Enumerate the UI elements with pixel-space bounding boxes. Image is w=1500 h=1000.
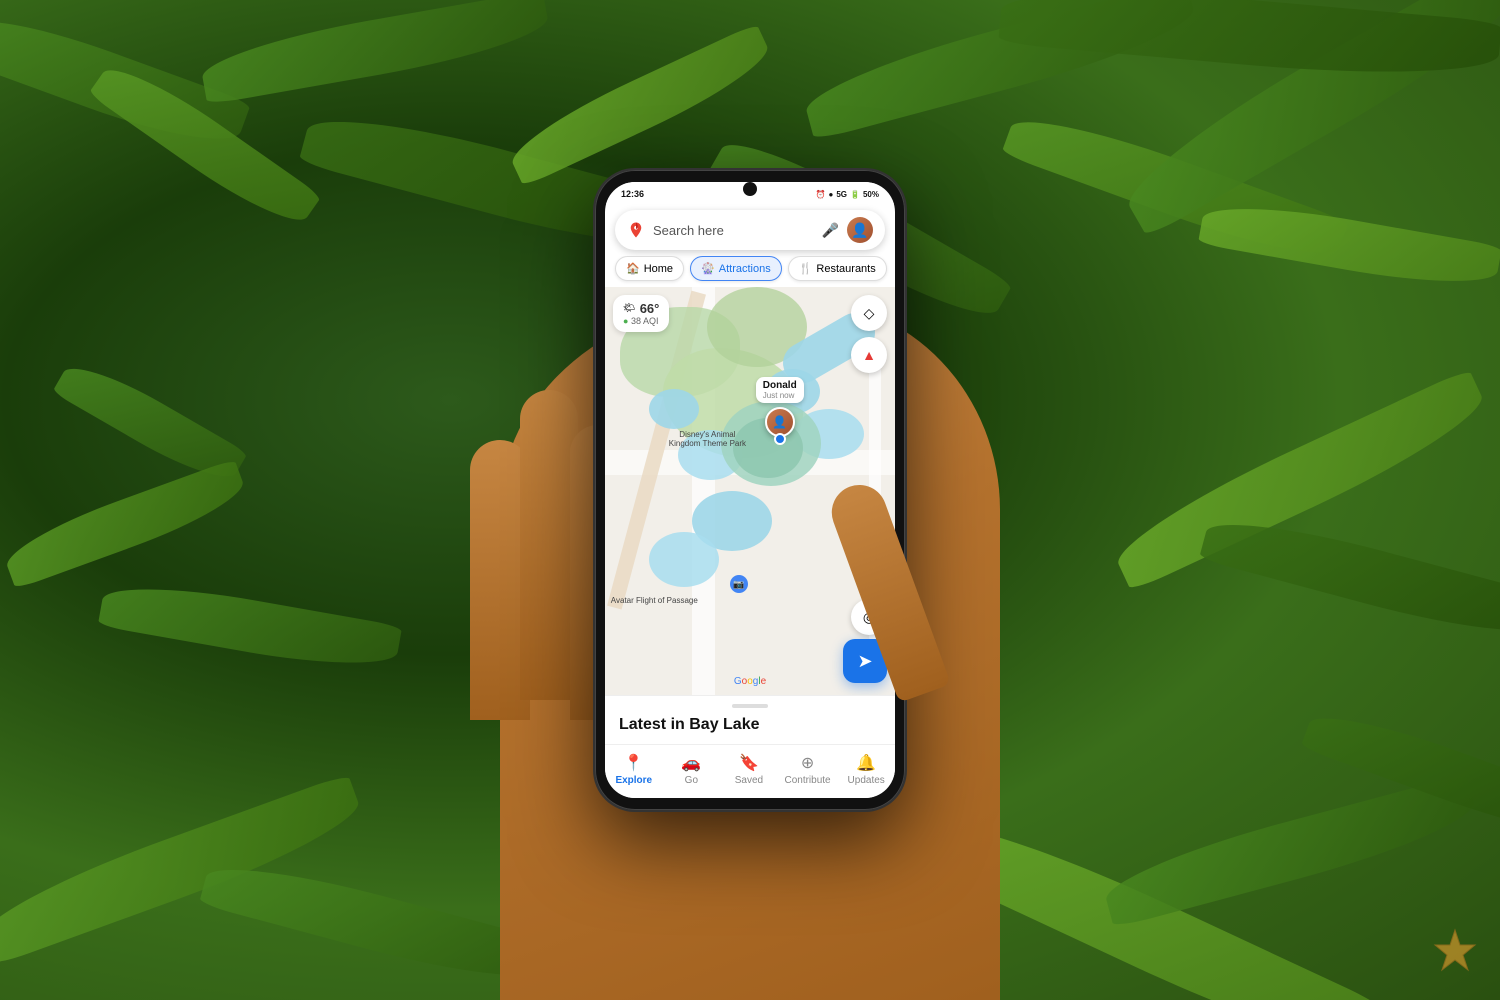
contribute-label: Contribute: [784, 775, 830, 786]
directions-icon: ➤: [857, 651, 872, 672]
attractions-chip-icon: 🎡: [701, 262, 715, 275]
weather-icon: 🌤: [623, 303, 636, 314]
updates-label: Updates: [848, 775, 885, 786]
camera-map-icon[interactable]: 📷: [730, 575, 748, 593]
saved-label: Saved: [735, 775, 763, 786]
chip-restaurants[interactable]: 🍴 Restaurants: [788, 256, 887, 281]
mic-icon[interactable]: 🎤: [822, 222, 839, 239]
bottom-nav: 📍 Explore 🚗 Go 🔖 Saved ⊕ Contribute: [605, 744, 895, 798]
weather-aqi: ● 38 AQI: [623, 316, 659, 326]
signal-icon: ●: [829, 190, 834, 199]
nav-saved[interactable]: 🔖 Saved: [727, 753, 771, 786]
lake-1: [649, 389, 699, 429]
nav-go[interactable]: 🚗 Go: [669, 753, 713, 786]
donald-label: Donald Just now: [756, 377, 804, 403]
weather-temp: 66°: [640, 301, 660, 316]
sheet-handle[interactable]: [732, 704, 768, 708]
restaurants-chip-label: Restaurants: [816, 263, 875, 275]
weather-widget: 🌤 66° ● 38 AQI: [613, 295, 669, 332]
battery-icon: 🔋: [850, 190, 860, 199]
home-chip-label: Home: [644, 263, 673, 275]
star-watermark: [1430, 925, 1480, 980]
layers-icon: ◇: [864, 305, 875, 322]
updates-icon: 🔔: [856, 753, 876, 773]
compass-control[interactable]: ▲: [851, 337, 887, 373]
user-location-dot: [774, 433, 786, 445]
contribute-icon: ⊕: [801, 753, 814, 773]
nav-updates[interactable]: 🔔 Updates: [844, 753, 888, 786]
go-icon: 🚗: [681, 753, 701, 773]
restaurants-chip-icon: 🍴: [799, 262, 813, 275]
phone-in-hand: 12:36 ⏰ ● 5G 🔋 50%: [0, 0, 1500, 1000]
explore-icon: 📍: [624, 753, 644, 773]
chip-home[interactable]: 🏠 Home: [615, 256, 684, 281]
bottom-sheet: Latest in Bay Lake: [605, 695, 895, 744]
chip-attractions[interactable]: 🎡 Attractions: [690, 256, 782, 281]
attractions-chip-label: Attractions: [719, 263, 771, 275]
alarm-icon: ⏰: [816, 190, 826, 199]
saved-icon: 🔖: [739, 753, 759, 773]
network-icon: 5G: [836, 190, 847, 199]
latest-title: Latest in Bay Lake: [619, 716, 881, 734]
status-time: 12:36: [621, 189, 644, 199]
battery-percent: 50%: [863, 190, 879, 199]
status-icons: ⏰ ● 5G 🔋 50%: [816, 190, 879, 199]
nav-explore[interactable]: 📍 Explore: [612, 753, 656, 786]
user-location-pin: Donald Just now 👤: [756, 377, 804, 437]
user-avatar[interactable]: 👤: [847, 217, 873, 243]
search-bar[interactable]: Search here 🎤 👤: [615, 210, 885, 250]
google-maps-logo: [627, 221, 645, 239]
nav-contribute[interactable]: ⊕ Contribute: [784, 753, 830, 786]
map-layer-control[interactable]: ◇: [851, 295, 887, 331]
front-camera: [743, 182, 757, 196]
compass-icon: ▲: [862, 347, 876, 363]
attraction-label: Avatar Flight of Passage: [611, 596, 698, 605]
search-placeholder: Search here: [653, 223, 814, 238]
explore-label: Explore: [615, 775, 652, 786]
google-watermark: Google: [734, 676, 766, 687]
lake-4: [649, 532, 719, 587]
home-chip-icon: 🏠: [626, 262, 640, 275]
go-label: Go: [685, 775, 698, 786]
chips-row: 🏠 Home 🎡 Attractions 🍴 Restaurants: [605, 256, 895, 287]
